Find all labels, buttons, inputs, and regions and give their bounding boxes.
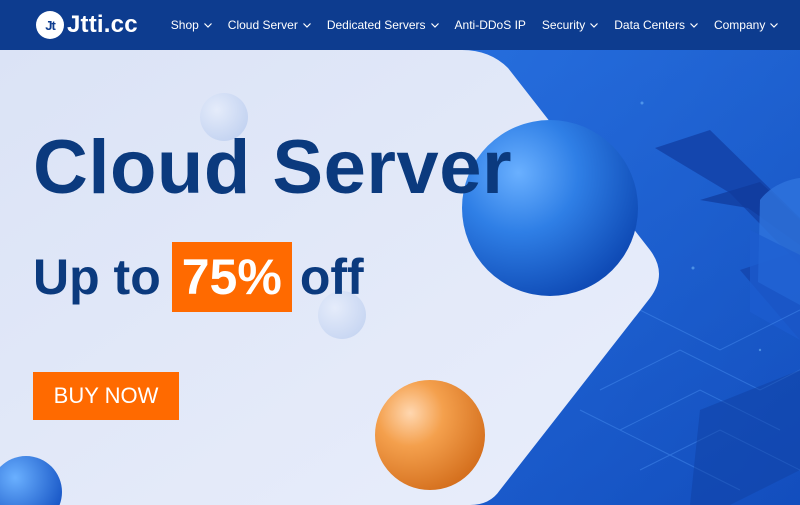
nav-item-label: Dedicated Servers <box>326 18 426 32</box>
nav-item-label: Data Centers <box>614 18 685 32</box>
main-nav: Shop Cloud Server Dedicated Servers Anti… <box>171 0 779 50</box>
nav-item-company[interactable]: Company <box>713 18 779 32</box>
nav-item-dedicated-servers[interactable]: Dedicated Servers <box>327 18 439 32</box>
top-navbar: Jt Jtti.cc Shop Cloud Server Dedicated S… <box>0 0 800 50</box>
nav-item-security[interactable]: Security <box>541 18 599 32</box>
logo-icon: Jt <box>36 11 64 39</box>
hero-subtitle: Up to 75% off <box>33 242 364 312</box>
nav-item-label: Anti-DDoS IP <box>454 18 526 32</box>
chevron-down-icon <box>430 22 439 28</box>
nav-item-shop[interactable]: Shop <box>171 18 212 32</box>
nav-item-anti-ddos-ip[interactable]: Anti-DDoS IP <box>455 18 526 32</box>
logo-text: Jtti.cc <box>67 11 138 38</box>
chevron-down-icon <box>590 22 599 28</box>
chevron-down-icon <box>302 22 311 28</box>
site-logo[interactable]: Jt Jtti.cc <box>36 0 138 50</box>
nav-item-label: Cloud Server <box>227 18 298 32</box>
nav-item-label: Company <box>713 18 766 32</box>
subtitle-prefix: Up to <box>33 249 161 305</box>
chevron-down-icon <box>203 22 212 28</box>
nav-item-data-centers[interactable]: Data Centers <box>614 18 698 32</box>
nav-item-label: Shop <box>170 18 199 32</box>
buy-now-button[interactable]: BUY NOW <box>33 372 179 420</box>
hero-title: Cloud Server <box>33 125 513 210</box>
hero-banner: Cloud Server Up to 75% off BUY NOW <box>0 50 800 505</box>
chevron-down-icon <box>690 22 698 28</box>
discount-badge: 75% <box>171 242 292 312</box>
chevron-down-icon <box>770 22 779 28</box>
nav-item-cloud-server[interactable]: Cloud Server <box>228 18 311 32</box>
nav-item-label: Security <box>541 18 586 32</box>
subtitle-suffix: off <box>299 249 364 305</box>
